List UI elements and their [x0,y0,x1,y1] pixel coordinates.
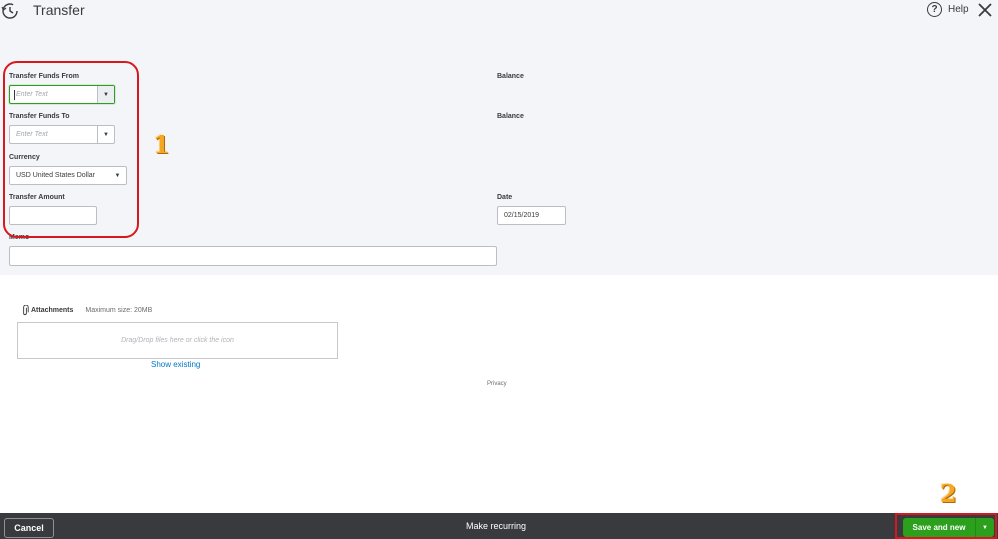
annotation-number-1: 1 [153,130,170,159]
attachments-dropzone[interactable]: Drag/Drop files here or click the icon [17,322,338,359]
attachments-header: Attachments Maximum size: 20MB [21,305,152,316]
page-title: Transfer [33,2,85,18]
attachments-label: Attachments [31,307,74,314]
date-label: Date [497,194,513,201]
help-button[interactable]: ? Help [927,2,969,17]
memo-input[interactable] [9,246,497,266]
close-icon[interactable] [977,2,993,18]
form-panel [0,0,998,275]
history-icon[interactable] [0,1,20,21]
dropzone-text: Drag/Drop files here or click the icon [121,337,234,344]
annotation-highlight-circle [3,61,139,238]
date-input[interactable]: 02/15/2019 [497,206,566,225]
make-recurring-button[interactable]: Make recurring [466,521,526,531]
show-existing-link[interactable]: Show existing [151,360,200,369]
date-value: 02/15/2019 [504,212,540,219]
transfer-from-balance-label: Balance [497,73,524,80]
privacy-link[interactable]: Privacy [487,381,507,387]
paperclip-icon[interactable] [21,305,29,316]
annotation-highlight-rect [895,513,997,539]
cancel-button[interactable]: Cancel [4,518,54,538]
help-icon: ? [927,2,942,17]
annotation-number-2: 2 [940,479,957,508]
help-label: Help [948,4,969,15]
attachments-max-size: Maximum size: 20MB [85,307,153,314]
transfer-to-balance-label: Balance [497,113,524,120]
